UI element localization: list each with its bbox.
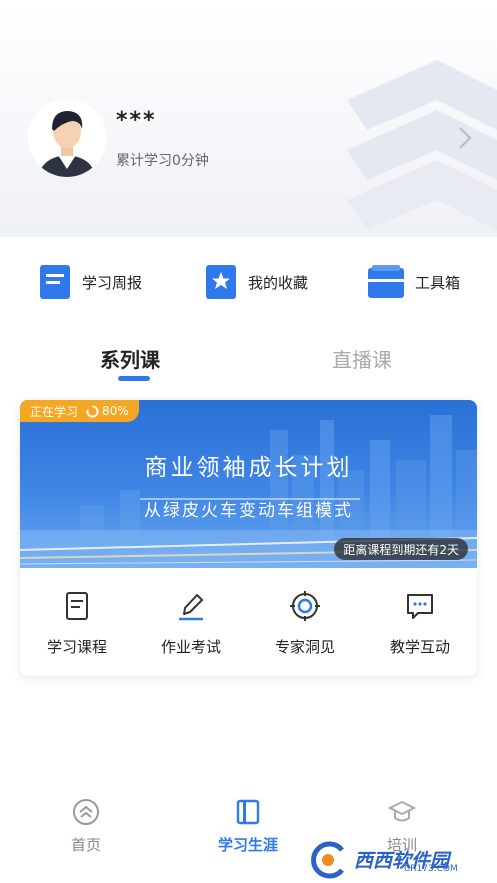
chat-icon	[407, 594, 433, 619]
due-date-pill: 距离课程到期还有2天	[334, 538, 468, 560]
course-card[interactable]: 正在学习 80% 商业领袖成长计划 从绿皮火车变动车组模式 距离课程到期还有2天…	[20, 400, 477, 676]
avatar[interactable]	[28, 99, 106, 177]
watermark-sub: CR173.COM	[404, 864, 458, 874]
progress-percent: 80%	[102, 404, 129, 418]
nav-label: 学习生涯	[217, 836, 278, 854]
quick-action-toolbox[interactable]: 工具箱	[367, 262, 460, 302]
watermark-logo-icon	[311, 841, 344, 878]
chevron-right-icon[interactable]	[456, 125, 474, 151]
course-banner[interactable]: 正在学习 80% 商业领袖成长计划 从绿皮火车变动车组模式 距离课程到期还有2天	[20, 400, 477, 568]
study-time: 累计学习0分钟	[116, 153, 209, 169]
graduation-cap-icon	[388, 800, 416, 822]
feature-exams[interactable]: 作业考试	[134, 568, 248, 676]
tab-series[interactable]: 系列课	[100, 344, 160, 373]
quick-action-label: 我的收藏	[248, 273, 309, 292]
document-icon	[66, 592, 88, 620]
feature-label: 作业考试	[160, 638, 221, 656]
nav-career[interactable]: 学习生涯	[188, 790, 308, 855]
report-icon	[40, 265, 70, 299]
nav-label: 首页	[70, 836, 101, 854]
quick-action-label: 工具箱	[415, 273, 461, 292]
quick-action-label: 学习周报	[82, 273, 143, 292]
feature-courses[interactable]: 学习课程	[20, 568, 134, 676]
toolbox-icon	[368, 265, 404, 298]
feature-insights[interactable]: 专家洞见	[248, 568, 362, 676]
profile-header[interactable]: *** 累计学习0分钟	[0, 0, 497, 237]
user-name: ***	[116, 108, 157, 133]
badge-label: 正在学习	[30, 404, 79, 419]
pen-icon	[179, 594, 203, 621]
course-title: 商业领袖成长计划	[144, 455, 353, 481]
learning-status-badge: 正在学习 80%	[20, 400, 139, 422]
quick-action-favorites[interactable]: 我的收藏	[204, 262, 308, 302]
feature-label: 教学互动	[389, 638, 450, 656]
course-subtitle: 从绿皮火车变动车组模式	[144, 501, 353, 521]
feature-label: 专家洞见	[274, 638, 335, 656]
progress-ring-icon	[86, 404, 99, 418]
home-icon	[73, 799, 99, 825]
target-icon	[290, 591, 320, 621]
course-features: 学习课程 作业考试 专家洞见 教学互动	[20, 568, 477, 676]
feature-label: 学习课程	[46, 638, 107, 656]
watermark: 西西软件园 CR173.COM	[306, 836, 497, 883]
favorites-icon	[206, 265, 236, 299]
book-icon	[236, 799, 260, 825]
tab-live[interactable]: 直播课	[332, 344, 392, 373]
nav-home[interactable]: 首页	[26, 790, 146, 855]
feature-interaction[interactable]: 教学互动	[363, 568, 477, 676]
tab-indicator	[118, 376, 150, 381]
quick-action-weekly-report[interactable]: 学习周报	[38, 262, 142, 302]
